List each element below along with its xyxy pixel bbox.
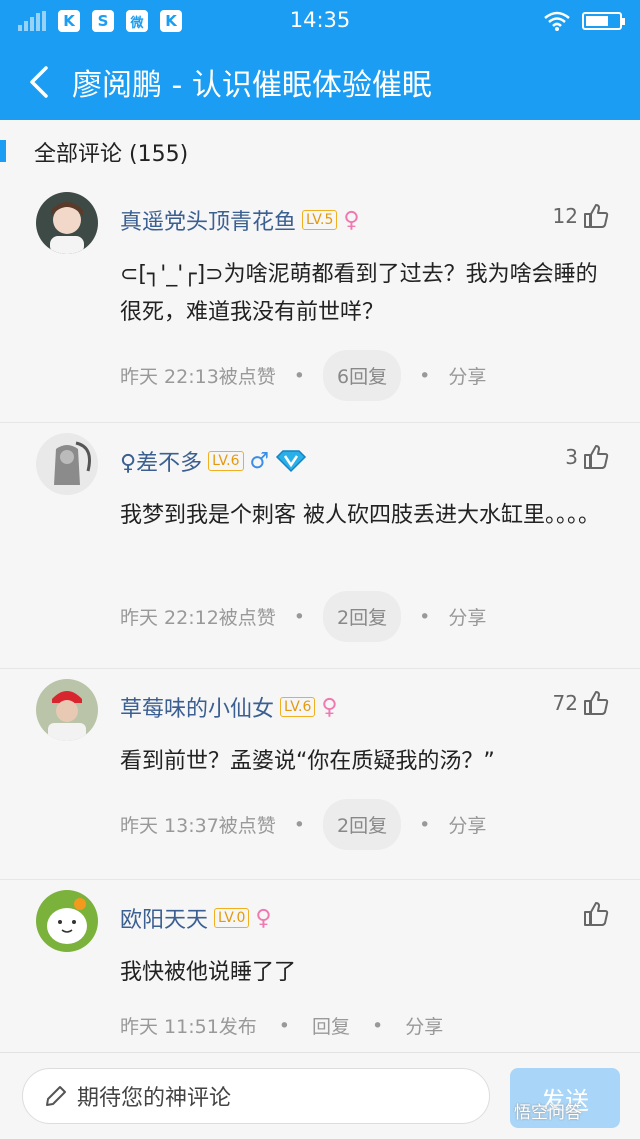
separator-dot: • bbox=[293, 605, 306, 628]
separator-dot: • bbox=[419, 605, 431, 628]
comment-list: 真遥党头顶青花鱼 LV.5 ♀ 12 ⊂[┐'_'┌]⊃为啥泥萌都看到了过去？我… bbox=[0, 182, 640, 1055]
section-accent-bar bbox=[0, 140, 6, 162]
username[interactable]: 真遥党头顶青花鱼 bbox=[120, 204, 296, 236]
comment-time: 昨天 11:51发布 bbox=[120, 1016, 257, 1038]
comment-time: 昨天 22:12被点赞 bbox=[120, 607, 276, 629]
username[interactable]: 草莓味的小仙女 bbox=[120, 691, 274, 723]
username[interactable]: ♀差不多 bbox=[120, 445, 202, 477]
level-badge: LV.6 bbox=[208, 451, 244, 471]
female-icon: ♀ bbox=[255, 905, 272, 931]
comment-item: 真遥党头顶青花鱼 LV.5 ♀ 12 ⊂[┐'_'┌]⊃为啥泥萌都看到了过去？我… bbox=[0, 182, 640, 423]
comment-text: ⊂[┐'_'┌]⊃为啥泥萌都看到了过去？我为啥会睡的很死，难道我没有前世咩？ bbox=[120, 262, 598, 325]
reply-button[interactable]: 6回复 bbox=[323, 350, 402, 401]
level-badge: LV.6 bbox=[280, 697, 316, 717]
thumbs-up-icon bbox=[584, 204, 609, 228]
male-icon: ♂ bbox=[249, 448, 270, 474]
comment-input-placeholder: 期待您的神评论 bbox=[77, 1086, 232, 1111]
female-icon: ♀ bbox=[321, 694, 338, 720]
pencil-icon bbox=[46, 1086, 66, 1106]
avatar[interactable] bbox=[36, 679, 98, 741]
battery-icon bbox=[582, 12, 625, 30]
avatar[interactable] bbox=[36, 192, 98, 254]
thumbs-up-icon bbox=[584, 691, 609, 715]
like-count: 3 bbox=[565, 445, 578, 469]
comment-input-bar: 期待您的神评论 发送 bbox=[0, 1052, 640, 1139]
like-button[interactable]: 12 bbox=[553, 202, 610, 230]
watermark: 悟空问答 bbox=[514, 1103, 582, 1123]
like-button[interactable] bbox=[578, 900, 610, 928]
share-button[interactable]: 分享 bbox=[448, 603, 486, 630]
back-arrow-icon[interactable] bbox=[22, 62, 62, 102]
status-bar: K S 微 K 14:35 bbox=[0, 0, 640, 42]
like-button[interactable]: 72 bbox=[553, 689, 610, 717]
avatar[interactable] bbox=[36, 890, 98, 952]
comment-time: 昨天 13:37被点赞 bbox=[120, 815, 276, 837]
separator-dot: • bbox=[419, 813, 431, 836]
level-badge: LV.5 bbox=[302, 210, 338, 230]
thumbs-up-icon bbox=[584, 445, 609, 469]
comment-item: 欧阳天天 LV.0 ♀ 我快被他说睡了了 昨天 11:51发布 • 回复 • 分… bbox=[0, 880, 640, 1055]
separator-dot: • bbox=[278, 1014, 291, 1037]
separator-dot: • bbox=[293, 364, 306, 387]
comment-text: 我快被他说睡了了 bbox=[120, 960, 297, 985]
comments-section-header: 全部评论 (155) bbox=[0, 120, 640, 182]
reply-button[interactable]: 2回复 bbox=[323, 591, 402, 642]
comment-item: ♀差不多 LV.6 ♂ 3 我梦到我是个刺客 被人砍四肢丢进大水缸里。。。。 昨… bbox=[0, 423, 640, 669]
share-button[interactable]: 分享 bbox=[405, 1012, 443, 1039]
nav-bar: 廖阅鹏 - 认识催眠体验催眠 bbox=[0, 42, 640, 120]
like-count: 12 bbox=[552, 204, 578, 228]
comments-count-label: 全部评论 (155) bbox=[34, 142, 189, 167]
comment-item: 草莓味的小仙女 LV.6 ♀ 72 看到前世？孟婆说“你在质疑我的汤？” 昨天 … bbox=[0, 669, 640, 880]
comment-text: 我梦到我是个刺客 被人砍四肢丢进大水缸里。。。。 bbox=[120, 503, 600, 528]
like-button[interactable]: 3 bbox=[565, 443, 610, 471]
wifi-icon bbox=[544, 11, 570, 31]
page-title: 廖阅鹏 - 认识催眠体验催眠 bbox=[72, 68, 432, 103]
separator-dot: • bbox=[293, 813, 306, 836]
separator-dot: • bbox=[372, 1014, 384, 1037]
avatar[interactable] bbox=[36, 433, 98, 495]
thumbs-up-icon bbox=[584, 902, 609, 926]
level-badge: LV.0 bbox=[214, 908, 250, 928]
like-count: 72 bbox=[552, 691, 578, 715]
share-button[interactable]: 分享 bbox=[448, 362, 486, 389]
separator-dot: • bbox=[419, 364, 431, 387]
reply-button[interactable]: 回复 bbox=[312, 1012, 350, 1039]
comment-time: 昨天 22:13被点赞 bbox=[120, 366, 276, 388]
username[interactable]: 欧阳天天 bbox=[120, 902, 208, 934]
female-icon: ♀ bbox=[343, 207, 360, 233]
share-button[interactable]: 分享 bbox=[448, 811, 486, 838]
reply-button[interactable]: 2回复 bbox=[323, 799, 402, 850]
comment-text: 看到前世？孟婆说“你在质疑我的汤？” bbox=[120, 749, 495, 774]
comment-input[interactable]: 期待您的神评论 bbox=[22, 1068, 490, 1124]
vip-diamond-icon bbox=[276, 450, 307, 473]
